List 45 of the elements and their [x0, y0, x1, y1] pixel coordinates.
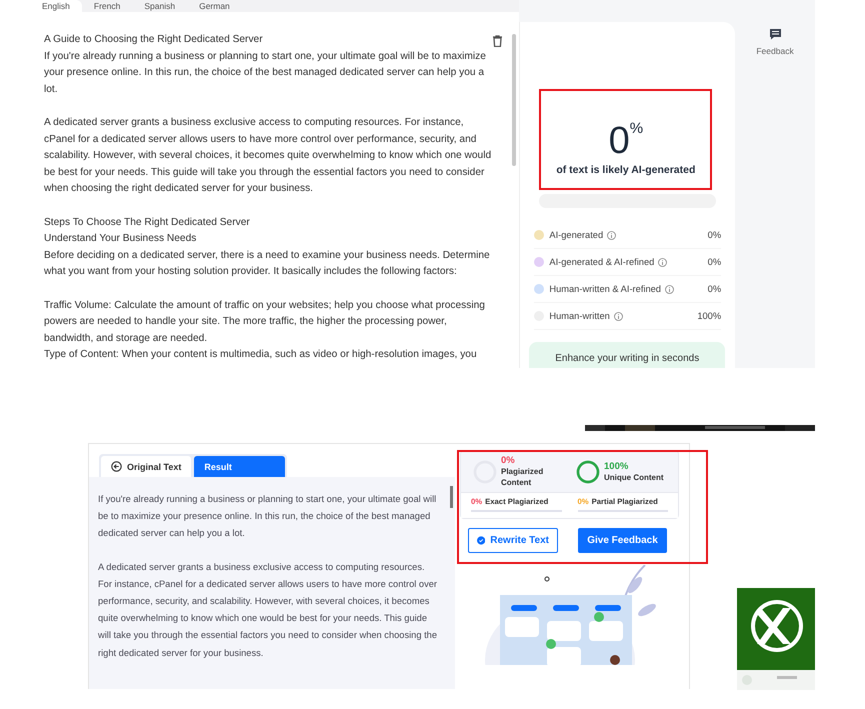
- info-icon[interactable]: [607, 230, 616, 240]
- text-paragraph: A dedicated server grants a business exclusive access to computing resources. For instance, cPanel for a dedicated server allows users to have more control over performance, security, and scalability. However, with several choices, it becomes quite overwhelming to know which one would be best for your needs. This guide will take you through the essential factors you need to consider when choosing the right dedicated server for your business.: [98, 560, 438, 660]
- text-paragraph: A dedicated server grants a business exclusive access to computing resources. For instance, cPanel for a dedicated server allows users to have more control over performance, security, and scalability. However, with several choices, it becomes quite overwhelming to know which one would be best for your needs. This guide will take you through the essential factors you need to consider when choosing the right dedicated server for your business.: [44, 116, 492, 196]
- ring-value: 0%: [501, 455, 516, 466]
- category-label: AI-generated & AI-refined: [549, 257, 654, 267]
- category-value: 0%: [708, 284, 722, 294]
- ring-value: 100%: [604, 460, 630, 472]
- language-tab[interactable]: German: [187, 0, 242, 12]
- check-icon: [477, 534, 486, 547]
- text-paragraph: Type of Content: When your content is multimedia, such as video or high-resolution images, you: [44, 348, 478, 362]
- ring-label: Unique Content: [604, 472, 664, 482]
- info-icon[interactable]: [614, 312, 623, 320]
- text-paragraph: Traffic Volume: Calculate the amount of traffic on your websites; help you choose what processing powers are needed to handle your site. The more traffic, the higher the processing power, bandwidth, and storage are needed.: [44, 298, 486, 346]
- result-tab[interactable]: Original Text: [101, 456, 192, 477]
- info-icon[interactable]: [658, 258, 668, 266]
- text-paragraph: Understand Your Business Needs: [44, 232, 198, 246]
- category-value: 0%: [708, 230, 722, 240]
- rewrite-button[interactable]: Rewrite Text: [468, 528, 558, 553]
- category-value: 0%: [708, 257, 722, 267]
- result-tab[interactable]: Result: [194, 456, 285, 477]
- ring-label: Plagiarized Content: [501, 466, 544, 488]
- text-paragraph: Steps To Choose The Right Dedicated Server: [44, 216, 251, 230]
- category-label: Human-written & AI-refined: [549, 284, 661, 294]
- chat-icon[interactable]: [768, 28, 782, 40]
- language-tab[interactable]: Spanish: [132, 0, 188, 12]
- score-value: 0: [608, 120, 630, 162]
- text-paragraph: A Guide to Choosing the Right Dedicated Server: [44, 33, 264, 47]
- percent-sign: %: [630, 120, 644, 137]
- text-paragraph: If you're already running a business or planning to start one, your ultimate goal will be to maximize your presence online. In this run, the choice of the best managed dedicated server can help you a lot.: [98, 493, 438, 540]
- category-value: 100%: [697, 311, 722, 321]
- info-icon[interactable]: [664, 284, 674, 294]
- text-paragraph: Before deciding on a dedicated server, there is a need to examine your business needs. Determine what you want from your hosting solution provider. It basically includes the following factors:: [44, 248, 491, 280]
- promo-banner[interactable]: Enhance your writing in seconds: [529, 342, 726, 368]
- scrollbar[interactable]: [450, 486, 453, 508]
- language-tab[interactable]: English: [30, 0, 82, 12]
- text-paragraph: If you're already running a business or planning to start one, your ultimate goal will be to maximize your presence online. In this run, the choice of the best managed dedicated server can help you a lot.: [44, 50, 487, 97]
- category-label: Human-written: [549, 311, 610, 321]
- score-caption: of text is likely AI-generated: [556, 164, 696, 176]
- feedback-label[interactable]: Feedback: [756, 46, 794, 56]
- scrollbar[interactable]: [512, 34, 516, 166]
- category-label: AI-generated: [549, 230, 604, 240]
- language-tab[interactable]: French: [82, 0, 132, 12]
- back-arrow-icon: [111, 461, 122, 472]
- feedback-button[interactable]: Give Feedback: [578, 528, 667, 553]
- trash-icon[interactable]: [492, 35, 504, 47]
